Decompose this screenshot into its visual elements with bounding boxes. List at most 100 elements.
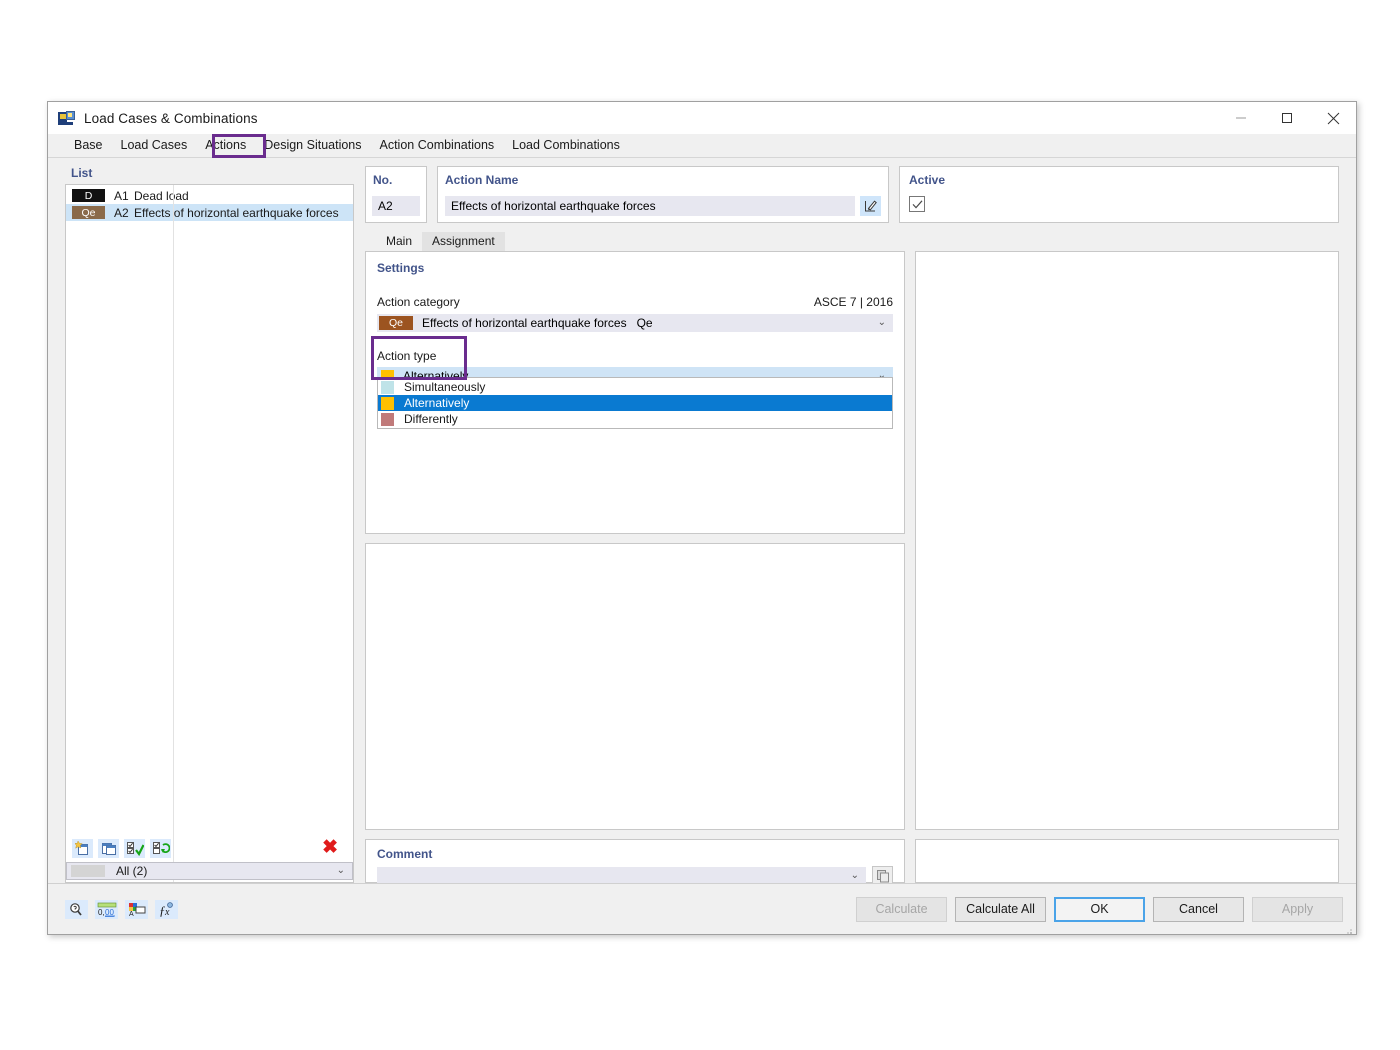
chevron-down-icon[interactable]: ⌄ [337, 866, 345, 876]
svg-text:x: x [164, 907, 170, 917]
function-fx-icon[interactable]: ƒ x [155, 899, 178, 919]
inner-tabstrip: Main Assignment [365, 232, 1339, 251]
ok-button[interactable]: OK [1054, 896, 1145, 922]
action-name-label: Action Name [445, 173, 519, 187]
footer-icon-group: 0, 00 A ƒ x [65, 899, 178, 919]
cancel-button[interactable]: Cancel [1153, 896, 1244, 922]
tab-load-combinations[interactable]: Load Combinations [503, 135, 629, 157]
detail-panel: No. A2 Action Name Effects of horizontal… [365, 166, 1339, 885]
list-header: List [71, 166, 93, 180]
chevron-down-icon[interactable]: ⌄ [878, 318, 886, 328]
category-text: Effects of horizontal earthquake forces [422, 316, 627, 330]
active-checkbox[interactable] [909, 196, 925, 212]
load-cases-dialog: Load Cases & Combinations Base Load Case… [47, 101, 1357, 935]
option-swatch [381, 412, 394, 426]
list-filter-label: All (2) [116, 864, 148, 878]
color-label-icon[interactable]: A [125, 899, 148, 919]
resize-grip[interactable] [1343, 922, 1353, 934]
detail-empty-pane [915, 251, 1339, 830]
settings-title: Settings [377, 261, 425, 275]
action-category-combo[interactable]: Qe Effects of horizontal earthquake forc… [377, 314, 893, 332]
dropdown-option-simultaneously[interactable]: Simultaneously [378, 379, 892, 395]
tab-load-cases[interactable]: Load Cases [112, 135, 197, 157]
list-item[interactable]: D A1 Dead load [66, 187, 353, 204]
maximize-button[interactable] [1264, 102, 1310, 134]
chevron-down-icon[interactable]: ⌄ [851, 870, 859, 881]
option-label: Differently [404, 412, 458, 426]
right-column [915, 251, 1339, 883]
header-row: No. A2 Action Name Effects of horizontal… [365, 166, 1339, 223]
filter-swatch [71, 865, 105, 877]
list-item-no: A2 [114, 205, 129, 220]
dialog-body: List D A1 Dead load Qe A2 Effects of hor… [48, 158, 1356, 885]
tab-main[interactable]: Main [376, 232, 422, 251]
action-name-input[interactable]: Effects of horizontal earthquake forces [445, 196, 855, 216]
apply-button[interactable]: Apply [1252, 896, 1343, 922]
tab-actions[interactable]: Actions [196, 135, 256, 157]
tab-design-situations[interactable]: Design Situations [255, 135, 370, 157]
dialog-footer: 0, 00 A ƒ x Calculate Calculate All OK C… [48, 883, 1356, 934]
list-item-label: Effects of horizontal earthquake forces [134, 205, 339, 220]
settings-pane: Settings Action category ASCE 7 | 2016 Q… [365, 251, 905, 534]
action-name-row: Effects of horizontal earthquake forces [445, 196, 881, 216]
list-panel: List D A1 Dead load Qe A2 Effects of hor… [65, 166, 354, 883]
category-badge: Qe [379, 316, 413, 330]
toggle-check-icon[interactable] [150, 838, 171, 858]
tab-base[interactable]: Base [65, 135, 112, 157]
action-category-row: Action category ASCE 7 | 2016 [377, 295, 893, 309]
standard-label: ASCE 7 | 2016 [813, 295, 893, 309]
list-rows: D A1 Dead load Qe A2 Effects of horizont… [66, 185, 353, 221]
list-item-no: A1 [114, 188, 129, 203]
tab-action-combinations[interactable]: Action Combinations [371, 135, 504, 157]
list-filter-combo[interactable]: All (2) ⌄ [66, 862, 353, 880]
action-name-box: Action Name Effects of horizontal earthq… [437, 166, 889, 223]
footer-buttons: Calculate Calculate All OK Cancel Apply [856, 896, 1343, 922]
dropdown-option-differently[interactable]: Differently [378, 411, 892, 427]
action-type-dropdown-list[interactable]: Simultaneously Alternatively Differently [377, 377, 893, 429]
list-box[interactable]: D A1 Dead load Qe A2 Effects of horizont… [65, 184, 354, 883]
delete-item-button[interactable]: ✖ [322, 838, 338, 857]
copy-item-icon[interactable] [98, 838, 119, 858]
load-cases-icon [58, 110, 75, 126]
calculate-all-button[interactable]: Calculate All [955, 896, 1046, 922]
window-title: Load Cases & Combinations [84, 110, 258, 126]
assignment-empty-pane [365, 543, 905, 830]
active-box: Active [899, 166, 1339, 223]
comment-value [377, 869, 382, 883]
new-item-icon[interactable] [72, 838, 93, 858]
list-toolbar: ✖ [66, 834, 353, 862]
list-column-divider [173, 185, 174, 882]
option-label: Alternatively [404, 396, 470, 410]
title-bar: Load Cases & Combinations [48, 102, 1356, 134]
active-label: Active [909, 173, 946, 187]
window-controls [1218, 102, 1356, 134]
dropdown-option-alternatively[interactable]: Alternatively [378, 395, 892, 411]
option-swatch [381, 396, 394, 410]
comment-input[interactable]: ⌄ [377, 867, 866, 884]
minimize-button[interactable] [1218, 102, 1264, 134]
main-tabstrip: Base Load Cases Actions Design Situation… [48, 134, 1356, 158]
no-label: No. [373, 173, 393, 187]
svg-text:A: A [129, 911, 134, 917]
content-panes: Settings Action category ASCE 7 | 2016 Q… [365, 251, 1339, 885]
comment-pane: Comment ⌄ [365, 839, 905, 885]
no-box: No. A2 [365, 166, 427, 223]
action-badge: D [72, 189, 105, 202]
action-category-label: Action category [377, 295, 460, 309]
close-button[interactable] [1310, 102, 1356, 134]
tab-assignment[interactable]: Assignment [422, 232, 505, 251]
no-value: A2 [372, 196, 420, 216]
option-label: Simultaneously [404, 380, 486, 394]
comment-title: Comment [377, 847, 433, 861]
check-all-icon[interactable] [124, 838, 145, 858]
option-swatch [381, 380, 394, 394]
decimal-places-icon[interactable]: 0, 00 [95, 899, 118, 919]
detail-empty-pane-bottom [915, 839, 1339, 883]
edit-pencil-icon[interactable] [860, 196, 881, 216]
zoom-help-icon[interactable] [65, 899, 88, 919]
action-badge: Qe [72, 206, 105, 219]
list-item[interactable]: Qe A2 Effects of horizontal earthquake f… [66, 204, 353, 221]
svg-text:0,: 0, [98, 908, 105, 917]
category-abbr: Qe [636, 316, 653, 330]
calculate-button[interactable]: Calculate [856, 896, 947, 922]
